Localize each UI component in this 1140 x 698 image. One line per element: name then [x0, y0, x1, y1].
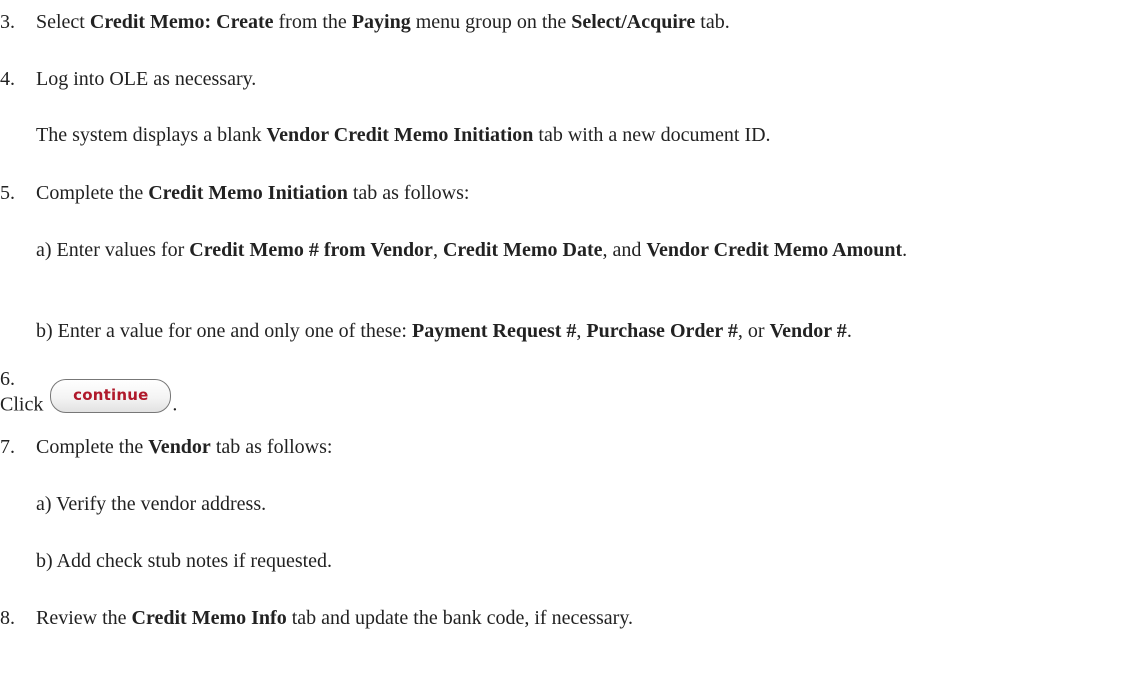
step-5-sub-a: a) Enter values for Credit Memo # from V…: [36, 239, 908, 261]
step-5-sub-b: b) Enter a value for one and only one of…: [36, 320, 852, 342]
field-vendor-number: Vendor #: [769, 320, 847, 342]
step-number: 3.: [0, 11, 15, 33]
step-7-sub-b: b) Add check stub notes if requested.: [36, 550, 333, 572]
continue-button[interactable]: continue: [50, 379, 172, 413]
step-6-suffix: .: [172, 393, 178, 416]
tab-select-acquire: Select/Acquire: [571, 11, 696, 33]
field-credit-memo-number: Credit Memo # from Vendor: [189, 239, 433, 261]
step-number: 7.: [0, 436, 15, 458]
tab-vendor: Vendor: [148, 436, 211, 458]
tab-credit-memo-info: Credit Memo Info: [131, 607, 287, 629]
step-text: Complete the Credit Memo Initiation tab …: [36, 182, 470, 204]
tab-vendor-credit-memo-initiation: Vendor Credit Memo Initiation: [266, 124, 534, 146]
step-7: 7. Complete the Vendor tab as follows:: [0, 435, 332, 459]
step-7-sub-a: a) Verify the vendor address.: [36, 493, 267, 515]
menu-group-paying: Paying: [351, 11, 411, 33]
step-text: Complete the Vendor tab as follows:: [36, 436, 333, 458]
field-credit-memo-date: Credit Memo Date: [442, 239, 603, 261]
step-number: 8.: [0, 607, 15, 629]
step-number: 5.: [0, 182, 15, 204]
field-purchase-order-number: Purchase Order #: [586, 320, 738, 342]
step-8: 8. Review the Credit Memo Info tab and up…: [0, 606, 633, 630]
field-payment-request-number: Payment Request #: [411, 320, 577, 342]
menu-item-credit-memo-create: Credit Memo: Create: [89, 11, 274, 33]
step-6: Click continue.: [0, 379, 178, 423]
step-6-number: 6.: [0, 368, 15, 390]
click-label: Click: [0, 393, 44, 416]
instruction-document: 3. Select Credit Memo: Create from the Pa…: [0, 0, 1140, 698]
step-5: 5. Complete the Credit Memo Initiation ta…: [0, 181, 469, 205]
step-3: 3. Select Credit Memo: Create from the Pa…: [0, 10, 730, 34]
step-4: 4. Log into OLE as necessary.: [0, 67, 256, 91]
step-text: Review the Credit Memo Info tab and upda…: [36, 607, 634, 629]
step-number: 4.: [0, 68, 15, 90]
step-text: Log into OLE as necessary.: [36, 68, 257, 90]
field-vendor-credit-memo-amount: Vendor Credit Memo Amount: [646, 239, 903, 261]
step-4-note: The system displays a blank Vendor Credi…: [36, 124, 771, 146]
tab-credit-memo-initiation: Credit Memo Initiation: [148, 182, 348, 204]
step-text: Select Credit Memo: Create from the Payi…: [36, 11, 730, 33]
